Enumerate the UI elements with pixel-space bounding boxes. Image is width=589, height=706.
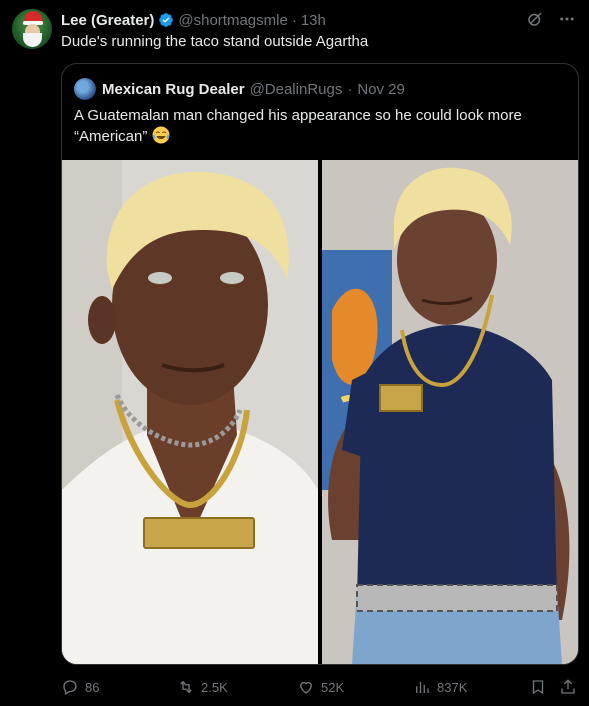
quoted-text: A Guatemalan man changed his appearance … xyxy=(74,107,522,145)
photo-left[interactable] xyxy=(62,160,318,664)
quoted-header: Mexican Rug Dealer @DealinRugs · Nov 29 xyxy=(74,78,405,100)
quoted-media[interactable] xyxy=(62,160,578,664)
author-avatar[interactable] xyxy=(12,9,52,49)
reply-button[interactable]: 86 xyxy=(61,678,99,696)
quoted-tweet[interactable]: Mexican Rug Dealer @DealinRugs · Nov 29 … xyxy=(61,63,579,665)
more-icon[interactable] xyxy=(557,9,577,29)
quoted-author-name: Mexican Rug Dealer xyxy=(102,80,245,98)
verified-badge-icon xyxy=(159,13,174,27)
tweet-header: Lee (Greater) @shortmagsmle · 13h xyxy=(61,11,326,29)
like-button[interactable]: 52K xyxy=(297,678,344,696)
photo-right[interactable] xyxy=(322,160,578,664)
author-name[interactable]: Lee (Greater) xyxy=(61,12,154,29)
repost-count: 2.5K xyxy=(201,679,228,695)
repost-icon xyxy=(180,680,192,694)
bookmark-button[interactable] xyxy=(529,678,547,696)
tweet-time[interactable]: 13h xyxy=(301,12,326,29)
views-count: 837K xyxy=(437,679,468,695)
views-icon xyxy=(416,681,429,693)
action-bar: 86 2.5K 52K 837K xyxy=(61,678,581,698)
quoted-author-handle: @DealinRugs xyxy=(249,80,343,98)
repost-button[interactable]: 2.5K xyxy=(177,678,228,696)
grok-icon[interactable] xyxy=(525,9,545,29)
author-handle[interactable]: @shortmagsmle xyxy=(178,12,287,29)
quoted-date: Nov 29 xyxy=(357,80,405,98)
share-icon xyxy=(561,679,575,694)
views-button[interactable]: 837K xyxy=(413,678,467,696)
reply-count: 86 xyxy=(85,679,100,695)
laughing-tears-emoji xyxy=(152,126,170,144)
bookmark-icon xyxy=(532,680,544,695)
heart-icon xyxy=(300,681,312,694)
tweet-text: Dude's running the taco stand outside Ag… xyxy=(61,33,369,50)
quoted-author-avatar xyxy=(74,78,96,100)
reply-icon xyxy=(63,680,77,695)
share-button[interactable] xyxy=(559,678,577,696)
like-count: 52K xyxy=(321,679,345,695)
